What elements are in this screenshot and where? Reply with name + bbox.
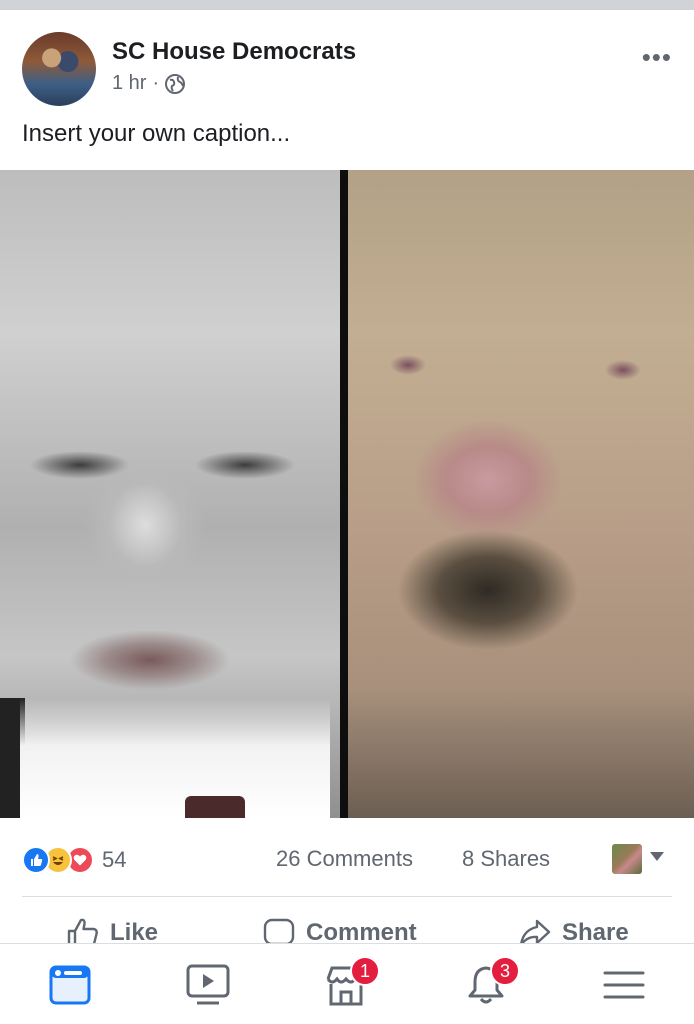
post-caption: Insert your own caption... (22, 120, 291, 147)
comments-count[interactable]: 26 Comments (276, 846, 413, 872)
globe-icon (165, 73, 186, 94)
like-button[interactable]: Like (66, 917, 158, 943)
post-actions: Like Comment Share (0, 897, 694, 943)
notifications-badge: 3 (490, 956, 520, 986)
bottom-tab-bar: 1 3 (0, 943, 694, 1024)
page-avatar[interactable] (22, 32, 96, 106)
meta-separator: · (152, 72, 160, 94)
comment-icon (263, 918, 295, 943)
comment-label: Comment (306, 919, 417, 943)
hamburger-menu-icon (603, 971, 645, 999)
tab-watch[interactable] (184, 962, 232, 1008)
status-strip (0, 0, 694, 10)
photo-divider (340, 170, 348, 818)
photo-right-pig (348, 170, 694, 818)
reaction-summary[interactable]: 54 (22, 846, 126, 874)
tab-news-feed[interactable] (46, 962, 94, 1008)
chevron-down-icon[interactable] (650, 852, 664, 861)
viewer-avatar-thumbnail[interactable] (612, 844, 642, 874)
share-button[interactable]: Share (518, 917, 629, 943)
photo-left-face (0, 170, 340, 818)
post-photo[interactable] (0, 170, 694, 818)
tab-marketplace[interactable]: 1 (322, 956, 380, 1008)
more-options-icon[interactable]: ••• (642, 42, 672, 73)
comment-button[interactable]: Comment (262, 917, 417, 943)
tab-menu[interactable] (600, 962, 648, 1008)
thumbs-up-icon (67, 918, 98, 943)
share-label: Share (562, 919, 629, 943)
like-label: Like (110, 919, 159, 943)
news-feed-icon (49, 965, 91, 1005)
post-time[interactable]: 1 hr (112, 72, 146, 95)
post-meta: 1 hr · (112, 72, 186, 95)
shares-count[interactable]: 8 Shares (462, 846, 550, 872)
post-author[interactable]: SC House Democrats (112, 38, 356, 66)
post-header: SC House Democrats 1 hr · ••• (0, 10, 694, 110)
tab-notifications[interactable]: 3 (462, 956, 520, 1008)
reaction-count: 54 (102, 847, 127, 872)
like-icon (22, 846, 50, 874)
marketplace-badge: 1 (350, 956, 380, 986)
photo-tie (185, 796, 245, 818)
post-stats: 54 26 Comments 8 Shares (0, 818, 694, 896)
play-video-icon (186, 964, 230, 1005)
share-arrow-icon (520, 919, 551, 943)
photo-shirt (20, 698, 330, 818)
